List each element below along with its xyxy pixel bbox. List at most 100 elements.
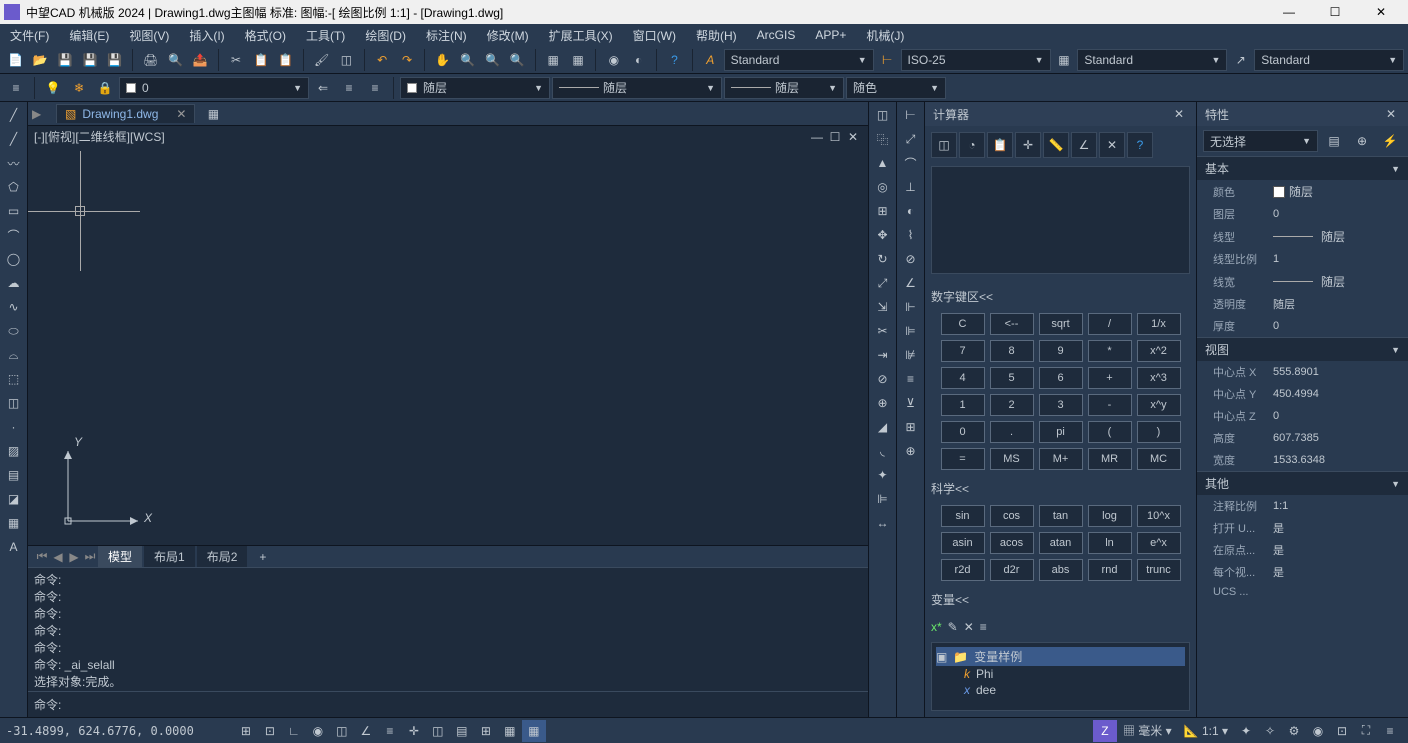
menu-ext[interactable]: 扩展工具(X) [539,24,623,46]
viewport-label[interactable]: [-][俯视][二维线框][WCS] [34,128,165,145]
textstyle-combo[interactable]: Standard▼ [724,49,874,71]
calc-btn-d2r[interactable]: d2r [990,559,1034,581]
cat-basic[interactable]: 基本▼ [1197,156,1408,180]
fullscreen-icon[interactable]: ⛶ [1354,720,1378,742]
calc-btn-atan[interactable]: atan [1039,532,1083,554]
toolpalette-icon[interactable]: ◉ [602,48,625,72]
arc-icon[interactable]: ⌒ [2,224,26,246]
calc-btn-MS[interactable]: MS [990,448,1034,470]
dyn-icon[interactable]: ✛ [402,720,426,742]
lengthen-icon[interactable]: ↔ [871,512,895,534]
join-icon[interactable]: ⊕ [871,392,895,414]
otrack-icon[interactable]: ∠ [354,720,378,742]
chamfer-icon[interactable]: ◢ [871,416,895,438]
calc-btn-[interactable]: / [1088,313,1132,335]
props-close-icon[interactable]: ✕ [1382,107,1400,121]
polar-icon[interactable]: ◉ [306,720,330,742]
osnap-icon[interactable]: ◫ [330,720,354,742]
region-icon[interactable]: ◪ [2,488,26,510]
prop-height[interactable]: 高度607.7385 [1197,427,1408,449]
prop-center-z[interactable]: 中心点 Z0 [1197,405,1408,427]
doc-tab-grid-icon[interactable]: ▦ [201,103,225,125]
drawing-canvas[interactable]: X Y [28,147,868,545]
circle-icon[interactable]: ◯ [2,248,26,270]
point-icon[interactable]: · [2,416,26,438]
lwt-icon[interactable]: ≡ [378,720,402,742]
viewport-min-icon[interactable]: — [808,130,826,144]
prop-transparency[interactable]: 透明度随层 [1197,293,1408,315]
model-icon[interactable]: ⊞ [474,720,498,742]
calc-btn-e^x[interactable]: e^x [1137,532,1181,554]
tab-nav-next-icon[interactable]: ▶ [66,550,82,564]
close-button[interactable]: ✕ [1358,0,1404,24]
qdim-icon[interactable]: ⊩ [899,296,923,318]
menu-file[interactable]: 文件(F) [0,24,59,46]
menu-mech[interactable]: 机械(J) [856,24,914,46]
ellipse-icon[interactable]: ⬭ [2,320,26,342]
calc-btn-9[interactable]: 9 [1039,340,1083,362]
menu-edit[interactable]: 编辑(E) [59,24,119,46]
layer-freeze-icon[interactable]: ❄ [67,76,91,100]
publish-icon[interactable]: 📤 [189,48,212,72]
prop-ltscale[interactable]: 线型比例1 [1197,248,1408,270]
zoomrt-icon[interactable]: 🔍 [456,48,479,72]
xline-icon[interactable]: ╱ [2,128,26,150]
snap-icon[interactable]: ⊡ [258,720,282,742]
units-label[interactable]: ▦ 毫米 ▾ [1123,722,1172,739]
menu-tools[interactable]: 工具(T) [296,24,355,46]
color-combo[interactable]: 随层▼ [400,77,550,99]
tab-flag-icon[interactable]: ▶ [32,107,41,121]
calc-display[interactable] [931,166,1190,274]
saveall-icon[interactable]: 💾 [103,48,126,72]
dimbase-icon[interactable]: ⊫ [899,320,923,342]
calc-btn-5[interactable]: 5 [990,367,1034,389]
calc-btn-asin[interactable]: asin [941,532,985,554]
calc-btn-C[interactable]: C [941,313,985,335]
zoomprev-icon[interactable]: 🔍 [506,48,529,72]
doc-tab-close-icon[interactable]: ✕ [176,107,186,121]
prop-center-x[interactable]: 中心点 X555.8901 [1197,361,1408,383]
maximize-button[interactable]: ☐ [1312,0,1358,24]
cleanscreen-icon[interactable]: ◐ [627,48,650,72]
tab-nav-first-icon[interactable]: ⏮ [34,549,50,564]
redo-icon[interactable]: ↷ [396,48,419,72]
calc-btn-10^x[interactable]: 10^x [1137,505,1181,527]
var-edit-icon[interactable]: ✎ [948,620,958,634]
calc-btn-4[interactable]: 4 [941,367,985,389]
sci-label[interactable]: 科学<< [931,480,1190,497]
open-icon[interactable]: 📂 [29,48,52,72]
grid-icon[interactable]: ⊞ [234,720,258,742]
calc-btn-pi[interactable]: pi [1039,421,1083,443]
menu-view[interactable]: 视图(V) [119,24,179,46]
block-icon[interactable]: ◫ [2,392,26,414]
menu-app[interactable]: APP+ [805,24,856,46]
var-calc-icon[interactable]: ≡ [980,620,987,634]
dimstyle-combo[interactable]: ISO-25▼ [901,49,1051,71]
cat-other[interactable]: 其他▼ [1197,471,1408,495]
calc-btn-[interactable]: ) [1137,421,1181,443]
new-icon[interactable]: 📄 [4,48,27,72]
var-del-icon[interactable]: ✕ [964,620,974,634]
pline-icon[interactable]: 〰 [2,152,26,174]
calc-int-icon[interactable]: ✕ [1099,132,1125,158]
scale-label[interactable]: 📐 1:1 ▾ [1184,724,1228,738]
calc-angle-icon[interactable]: ∠ [1071,132,1097,158]
layer-lock-icon[interactable]: 🔒 [93,76,117,100]
menu-help[interactable]: 帮助(H) [686,24,747,46]
menu-arcgis[interactable]: ArcGIS [747,24,806,46]
calc-btn-[interactable]: = [941,448,985,470]
tab-nav-last-icon[interactable]: ⏭ [82,549,98,564]
hatch-icon[interactable]: ▨ [2,440,26,462]
calc-btn-abs[interactable]: abs [1039,559,1083,581]
var-new-icon[interactable]: x* [931,620,942,634]
calc-btn-7[interactable]: 7 [941,340,985,362]
cycle-icon[interactable]: ◫ [426,720,450,742]
dimspace-icon[interactable]: ≡ [899,368,923,390]
calc-btn-M[interactable]: M+ [1039,448,1083,470]
calc-clear-icon[interactable]: ◫ [931,132,957,158]
polygon-icon[interactable]: ⬠ [2,176,26,198]
paste-icon[interactable]: 📋 [274,48,297,72]
plotstyle-combo[interactable]: 随色▼ [846,77,946,99]
erase-icon[interactable]: ◫ [871,104,895,126]
spline-icon[interactable]: ∿ [2,296,26,318]
